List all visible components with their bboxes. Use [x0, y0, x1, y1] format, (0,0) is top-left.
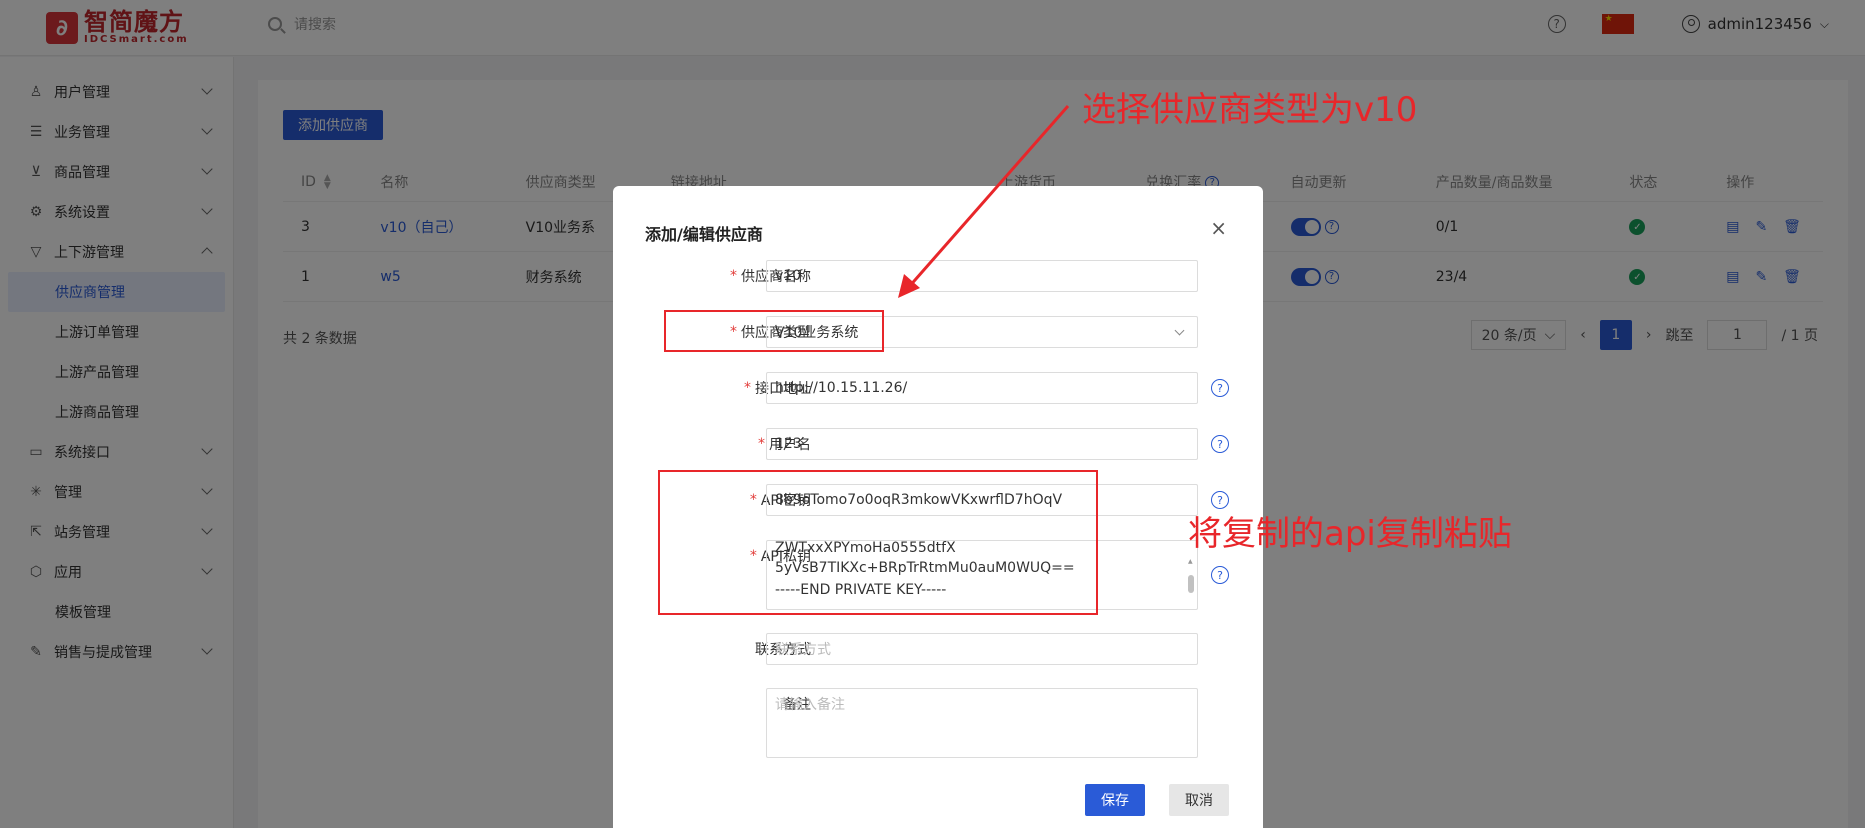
annotation-arrow — [898, 105, 1070, 298]
arrow-line — [906, 105, 1070, 289]
